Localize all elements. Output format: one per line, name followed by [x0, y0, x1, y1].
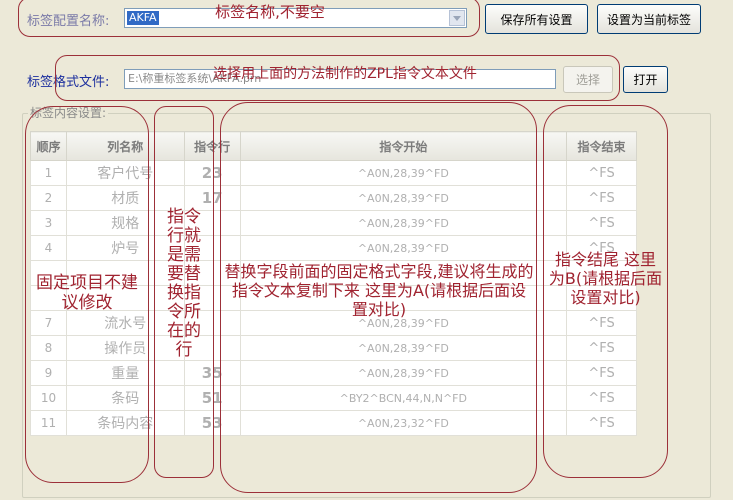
annotation-file-note: 选择用上面的方法制作的ZPL指令文本文件	[213, 66, 477, 82]
annotation-line-note: 指令行就是需要替换指令所在的行	[167, 207, 201, 361]
annotation-name-note: 标签名称,不要空	[215, 3, 325, 21]
annotation-end-note: 指令结尾 这里为B(请根据后面设置对比)	[548, 250, 663, 308]
annotation-start-note: 替换字段前面的固定格式字段,建议将生成的指令文本复制下来 这里为A(请根据后面设…	[224, 262, 534, 320]
save-all-button[interactable]: 保存所有设置	[485, 4, 588, 34]
set-current-label-button[interactable]: 设置为当前标签	[597, 4, 701, 34]
annotation-fixed-note: 固定项目不建议修改	[36, 273, 138, 314]
open-file-button[interactable]: 打开	[623, 66, 668, 93]
